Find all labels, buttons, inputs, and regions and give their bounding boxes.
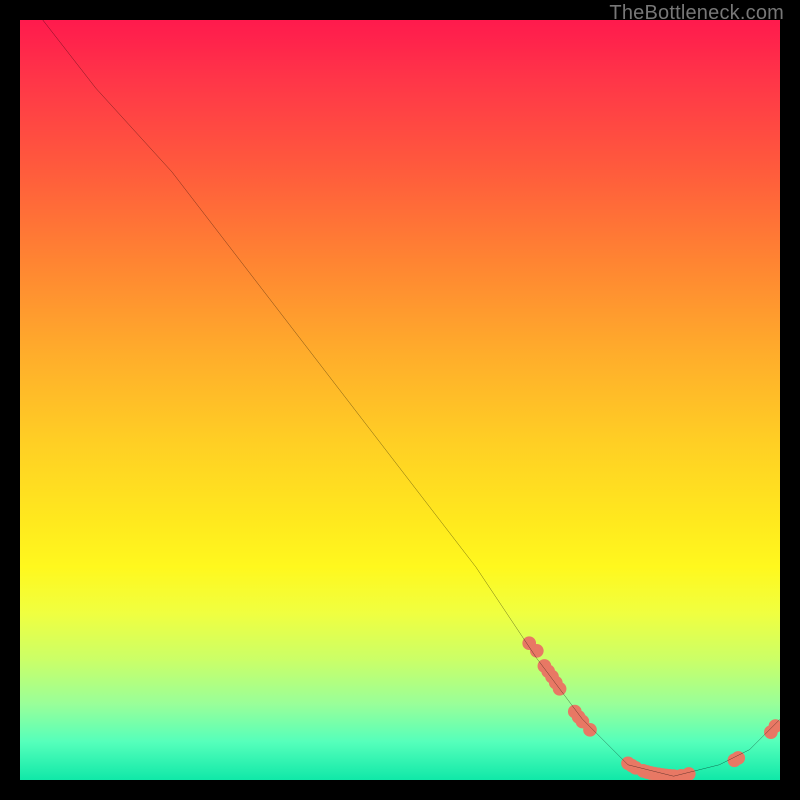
chart-frame: TheBottleneck.com <box>0 0 800 800</box>
plot-area <box>20 20 780 780</box>
gradient-background <box>20 20 780 780</box>
watermark-text: TheBottleneck.com <box>609 2 784 25</box>
